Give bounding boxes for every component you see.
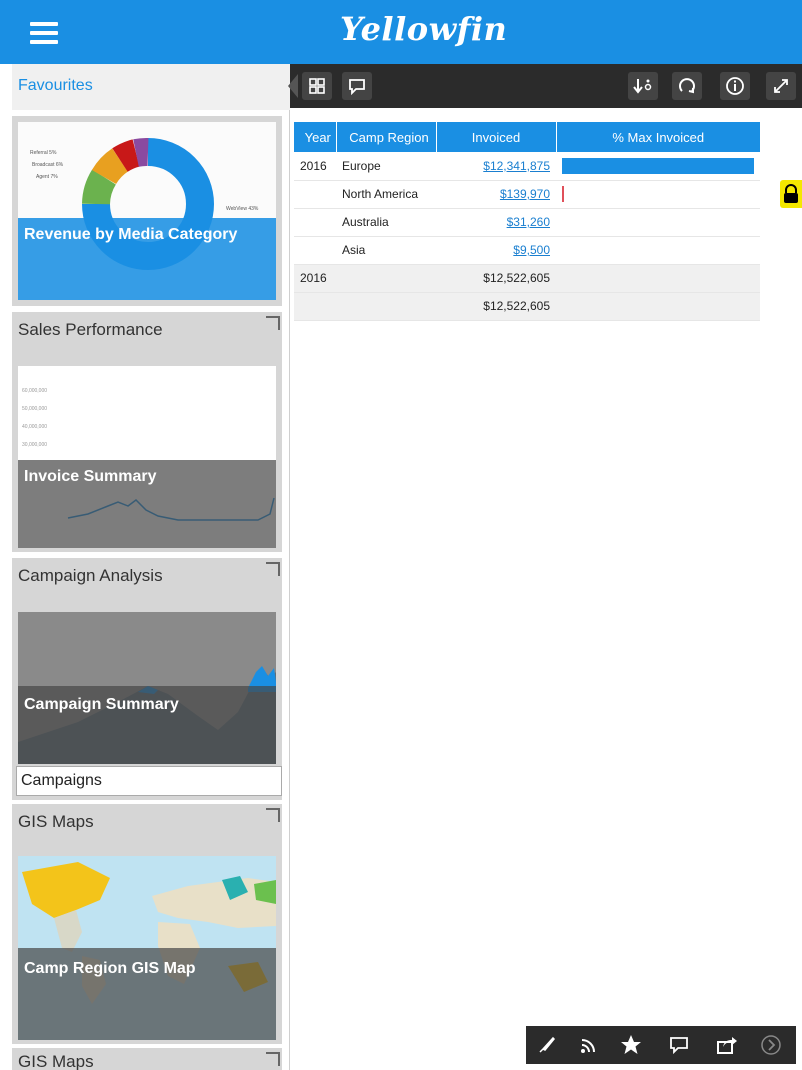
column-header-year[interactable]: Year [294, 122, 336, 152]
donut-label: Referral 5% [30, 150, 57, 156]
share-icon[interactable] [714, 1033, 740, 1057]
cell-region: Australia [336, 208, 436, 237]
campaign-thumbnail[interactable]: Campaign Summary [18, 612, 276, 764]
table-row: 2016 Europe $12,341,875 [294, 152, 760, 181]
grand-total-row: $12,522,605 [294, 292, 760, 321]
cell-empty [556, 264, 760, 293]
bottom-toolbar [526, 1026, 796, 1064]
feed-icon[interactable] [576, 1033, 602, 1057]
table-header-row: Year Camp Region Invoiced % Max Invoiced [294, 122, 760, 152]
cell-year [294, 292, 336, 321]
dashboard-card-campaign-analysis[interactable]: Campaign Analysis Campaign Summary [12, 558, 282, 800]
cell-empty [556, 292, 760, 321]
thumb-overlay: Campaign Summary [18, 686, 276, 764]
subtotal-row: 2016 $12,522,605 [294, 264, 760, 293]
dashboard-card-revenue[interactable]: Referral 5% Broadcast 6% Agent 7% WebVie… [12, 116, 282, 306]
column-header-pct-max-invoiced[interactable]: % Max Invoiced [555, 122, 760, 152]
thumb-overlay: Revenue by Media Category [18, 218, 276, 300]
lock-button[interactable] [780, 180, 802, 208]
sub-item-label: Campaigns [21, 772, 102, 789]
card-title: Campaign Analysis [18, 566, 163, 585]
corner-fold-icon[interactable] [266, 1052, 280, 1066]
corner-fold-icon[interactable] [266, 562, 280, 576]
thumb-overlay: Camp Region GIS Map [18, 948, 276, 1040]
report-table-container: Year Camp Region Invoiced % Max Invoiced… [294, 122, 760, 321]
thumb-label: Campaign Summary [24, 696, 179, 713]
table-row: Australia $31,260 [294, 208, 760, 237]
top-bar: Yellowfin [0, 0, 802, 64]
thumb-label: Revenue by Media Category [24, 226, 238, 243]
cell-region: Asia [336, 236, 436, 265]
corner-fold-icon[interactable] [266, 316, 280, 330]
cell-region: Europe [336, 152, 436, 181]
card-title: GIS Maps [18, 812, 94, 831]
cell-year: 2016 [294, 264, 336, 293]
revenue-thumbnail[interactable]: Referral 5% Broadcast 6% Agent 7% WebVie… [18, 122, 276, 300]
card-title: Sales Performance [18, 320, 163, 339]
table-row: Asia $9,500 [294, 236, 760, 265]
invoice-thumbnail[interactable]: 60,000,000 50,000,000 40,000,000 30,000,… [18, 366, 276, 548]
campaigns-sub-item[interactable]: Campaigns [16, 766, 282, 796]
card-title: GIS Maps [18, 1052, 94, 1070]
sort-download-icon[interactable] [628, 72, 658, 100]
pct-bar [562, 157, 754, 174]
cell-region [336, 264, 436, 293]
star-icon[interactable] [618, 1033, 644, 1057]
favourites-label: Favourites [18, 77, 93, 94]
cell-region [336, 292, 436, 321]
brush-icon[interactable] [534, 1033, 560, 1057]
y-tick: 40,000,000 [22, 424, 47, 430]
thumb-label: Invoice Summary [24, 468, 157, 485]
dashboard-card-gis-maps[interactable]: GIS Maps Camp Region GIS Map [12, 804, 282, 1044]
cell-region: North America [336, 180, 436, 209]
collapse-arrow-icon[interactable] [288, 74, 298, 98]
report-toolbar [288, 64, 802, 108]
donut-label: WebView 43% [226, 206, 259, 212]
expand-icon[interactable] [766, 72, 796, 100]
column-header-invoiced[interactable]: Invoiced [435, 122, 556, 152]
refresh-icon[interactable] [672, 72, 702, 100]
thumb-overlay: Invoice Summary [18, 460, 276, 548]
grid-icon[interactable] [302, 72, 332, 100]
invoiced-link[interactable]: $31,260 [507, 215, 550, 229]
cell-year [294, 236, 336, 265]
comment-icon[interactable] [666, 1033, 692, 1057]
thumb-label: Camp Region GIS Map [24, 960, 196, 977]
app-logo: Yellowfin [340, 10, 508, 48]
donut-label: Agent 7% [36, 174, 58, 180]
invoiced-link[interactable]: $9,500 [513, 243, 550, 257]
comment-icon[interactable] [342, 72, 372, 100]
pct-bar [562, 186, 564, 202]
column-header-camp-region[interactable]: Camp Region [335, 122, 436, 152]
y-tick: 60,000,000 [22, 388, 47, 394]
corner-fold-icon[interactable] [266, 808, 280, 822]
y-tick: 30,000,000 [22, 442, 47, 448]
cell-year: 2016 [294, 152, 336, 181]
favourites-header[interactable]: Favourites [12, 64, 290, 110]
invoiced-link[interactable]: $12,341,875 [483, 159, 550, 173]
table-row: North America $139,970 [294, 180, 760, 209]
report-table: Year Camp Region Invoiced % Max Invoiced… [294, 122, 760, 321]
gis-thumbnail[interactable]: Camp Region GIS Map [18, 856, 276, 1040]
hamburger-menu-icon[interactable] [30, 22, 58, 44]
cell-year [294, 180, 336, 209]
donut-label: Broadcast 6% [32, 162, 64, 168]
info-icon[interactable] [720, 72, 750, 100]
lock-icon [784, 184, 798, 203]
y-tick: 50,000,000 [22, 406, 47, 412]
next-icon[interactable] [758, 1033, 784, 1057]
cell-invoiced-total: $12,522,605 [436, 292, 556, 321]
dashboard-card-sales-performance[interactable]: Sales Performance 60,000,000 50,000,000 … [12, 312, 282, 552]
cell-year [294, 208, 336, 237]
cell-invoiced-subtotal: $12,522,605 [436, 264, 556, 293]
dashboard-card-gis-maps-2[interactable]: GIS Maps [12, 1048, 282, 1070]
invoiced-link[interactable]: $139,970 [500, 187, 550, 201]
